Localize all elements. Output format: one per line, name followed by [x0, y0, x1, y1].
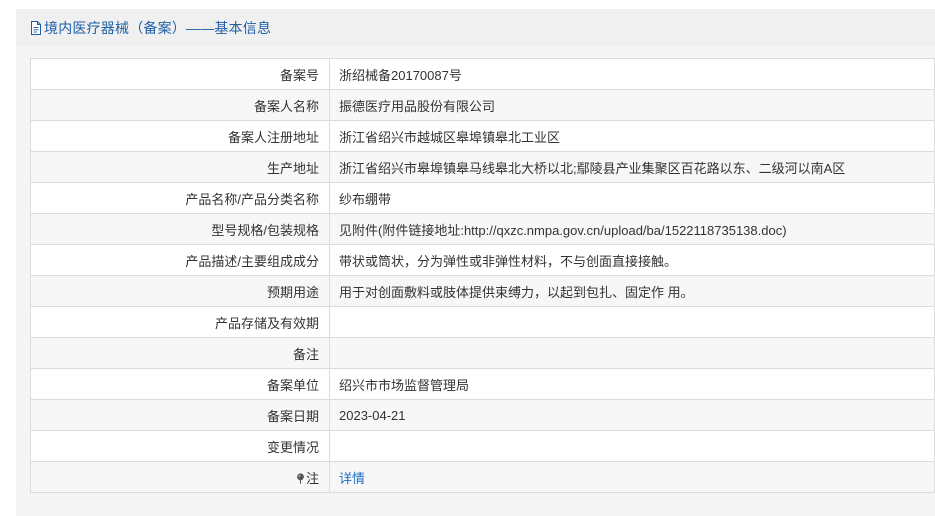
- row-label: 产品存储及有效期: [30, 306, 330, 338]
- row-label: 产品描述/主要组成成分: [30, 244, 330, 276]
- note-row: 注 详情: [30, 461, 935, 493]
- table-row: 变更情况: [30, 430, 935, 462]
- row-value: 浙江省绍兴市越城区皋埠镇皋北工业区: [329, 120, 935, 152]
- note-row-label: 注: [30, 461, 330, 493]
- row-value: 振德医疗用品股份有限公司: [329, 89, 935, 121]
- table-row: 产品名称/产品分类名称 纱布绷带: [30, 182, 935, 214]
- table-row: 预期用途 用于对创面敷料或肢体提供束缚力，以起到包扎、固定作 用。: [30, 275, 935, 307]
- row-label: 备案人注册地址: [30, 120, 330, 152]
- panel-header: 境内医疗器械（备案）——基本信息: [16, 9, 935, 47]
- row-label: 备案日期: [30, 399, 330, 431]
- table-row: 型号规格/包装规格 见附件(附件链接地址:http://qxzc.nmpa.go…: [30, 213, 935, 245]
- table-row: 备案单位 绍兴市市场监督管理局: [30, 368, 935, 400]
- table-row: 备案日期 2023-04-21: [30, 399, 935, 431]
- row-value: 2023-04-21: [329, 399, 935, 431]
- row-label: 预期用途: [30, 275, 330, 307]
- note-label-text: 注: [305, 470, 319, 486]
- row-label: 备案人名称: [30, 89, 330, 121]
- info-panel: 境内医疗器械（备案）——基本信息 备案号 浙绍械备20170087号 备案人名称…: [16, 9, 935, 516]
- row-value: 用于对创面敷料或肢体提供束缚力，以起到包扎、固定作 用。: [329, 275, 935, 307]
- table-row: 产品描述/主要组成成分 带状或筒状，分为弹性或非弹性材料，不与创面直接接触。: [30, 244, 935, 276]
- pin-icon: [297, 472, 304, 484]
- table-row: 备注: [30, 337, 935, 369]
- row-value: [329, 337, 935, 369]
- row-value: 纱布绷带: [329, 182, 935, 214]
- row-label: 生产地址: [30, 151, 330, 183]
- row-value: [329, 306, 935, 338]
- table-row: 备案人注册地址 浙江省绍兴市越城区皋埠镇皋北工业区: [30, 120, 935, 152]
- row-label: 备注: [30, 337, 330, 369]
- document-icon: [31, 21, 41, 35]
- page-title: 境内医疗器械（备案）——基本信息: [44, 20, 272, 36]
- row-label: 备案单位: [30, 368, 330, 400]
- table-row: 备案人名称 振德医疗用品股份有限公司: [30, 89, 935, 121]
- details-link[interactable]: 详情: [339, 471, 365, 486]
- row-value: 带状或筒状，分为弹性或非弹性材料，不与创面直接接触。: [329, 244, 935, 276]
- row-value: 浙绍械备20170087号: [329, 58, 935, 90]
- row-label: 型号规格/包装规格: [30, 213, 330, 245]
- note-row-value: 详情: [329, 461, 935, 493]
- table-row: 生产地址 浙江省绍兴市皋埠镇皋马线皋北大桥以北;鄢陵县产业集聚区百花路以东、二级…: [30, 151, 935, 183]
- row-value: 见附件(附件链接地址:http://qxzc.nmpa.gov.cn/uploa…: [329, 213, 935, 245]
- row-label: 备案号: [30, 58, 330, 90]
- row-value: [329, 430, 935, 462]
- row-label: 变更情况: [30, 430, 330, 462]
- table-row: 产品存储及有效期: [30, 306, 935, 338]
- table-row: 备案号 浙绍械备20170087号: [30, 58, 935, 90]
- row-value: 浙江省绍兴市皋埠镇皋马线皋北大桥以北;鄢陵县产业集聚区百花路以东、二级河以南A区: [329, 151, 935, 183]
- page-left-margin: [0, 0, 16, 516]
- row-value: 绍兴市市场监督管理局: [329, 368, 935, 400]
- basic-info-table: 备案号 浙绍械备20170087号 备案人名称 振德医疗用品股份有限公司 备案人…: [30, 58, 935, 493]
- row-label: 产品名称/产品分类名称: [30, 182, 330, 214]
